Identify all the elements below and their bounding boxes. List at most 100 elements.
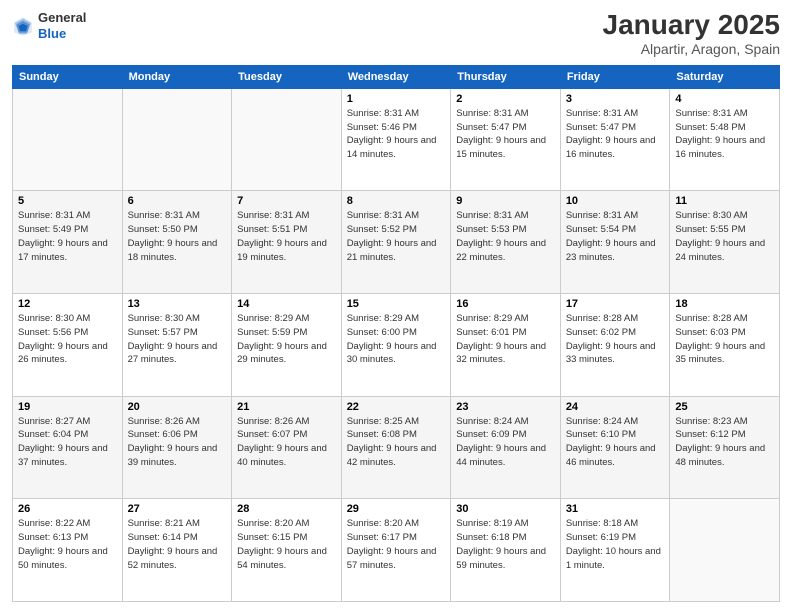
- col-tuesday: Tuesday: [232, 65, 342, 88]
- day-number: 14: [237, 298, 336, 310]
- calendar-week-4: 19 Sunrise: 8:27 AMSunset: 6:04 PMDayligh…: [13, 396, 780, 499]
- calendar-cell: 18Sunrise: 8:28 AMSunset: 6:03 PMDayligh…: [670, 294, 780, 397]
- calendar-cell: 14 Sunrise: 8:29 AMSunset: 5:59 PMDayligh…: [232, 294, 342, 397]
- calendar-cell: [13, 88, 123, 191]
- day-detail: Sunrise: 8:19 AMSunset: 6:18 PMDaylight:…: [456, 517, 555, 572]
- day-number: 17: [566, 298, 665, 310]
- day-detail: Sunrise: 8:31 AMSunset: 5:50 PMDaylight:…: [128, 209, 227, 264]
- day-detail: Sunrise: 8:24 AMSunset: 6:10 PMDaylight:…: [566, 415, 665, 470]
- calendar-cell: 25 Sunrise: 8:23 AMSunset: 6:12 PMDayligh…: [670, 396, 780, 499]
- col-thursday: Thursday: [451, 65, 561, 88]
- calendar-cell: 2Sunrise: 8:31 AMSunset: 5:47 PMDaylight…: [451, 88, 561, 191]
- col-monday: Monday: [122, 65, 232, 88]
- calendar-cell: 24 Sunrise: 8:24 AMSunset: 6:10 PMDayligh…: [560, 396, 670, 499]
- day-detail: Sunrise: 8:23 AMSunset: 6:12 PMDaylight:…: [675, 415, 774, 470]
- day-number: 18: [675, 298, 774, 310]
- title-block: January 2025 Alpartir, Aragon, Spain: [603, 10, 780, 57]
- day-detail: Sunrise: 8:31 AMSunset: 5:48 PMDaylight:…: [675, 107, 774, 162]
- calendar-cell: 23 Sunrise: 8:24 AMSunset: 6:09 PMDayligh…: [451, 396, 561, 499]
- day-number: 16: [456, 298, 555, 310]
- day-detail: Sunrise: 8:31 AMSunset: 5:51 PMDaylight:…: [237, 209, 336, 264]
- day-number: 9: [456, 195, 555, 207]
- day-number: 13: [128, 298, 227, 310]
- day-number: 6: [128, 195, 227, 207]
- day-detail: Sunrise: 8:28 AMSunset: 6:02 PMDaylight:…: [566, 312, 665, 367]
- calendar-cell: 3 Sunrise: 8:31 AMSunset: 5:47 PMDaylight…: [560, 88, 670, 191]
- day-number: 4: [675, 93, 774, 105]
- day-number: 27: [128, 503, 227, 515]
- day-detail: Sunrise: 8:24 AMSunset: 6:09 PMDaylight:…: [456, 415, 555, 470]
- day-number: 22: [347, 401, 446, 413]
- logo-text: General Blue: [38, 10, 86, 41]
- logo-blue: Blue: [38, 26, 86, 42]
- day-detail: Sunrise: 8:30 AMSunset: 5:55 PMDaylight:…: [675, 209, 774, 264]
- day-number: 30: [456, 503, 555, 515]
- day-number: 19: [18, 401, 117, 413]
- day-number: 25: [675, 401, 774, 413]
- calendar-cell: 11 Sunrise: 8:30 AMSunset: 5:55 PMDayligh…: [670, 191, 780, 294]
- calendar-cell: 6 Sunrise: 8:31 AMSunset: 5:50 PMDaylight…: [122, 191, 232, 294]
- col-sunday: Sunday: [13, 65, 123, 88]
- day-detail: Sunrise: 8:31 AMSunset: 5:47 PMDaylight:…: [566, 107, 665, 162]
- calendar-cell: 12Sunrise: 8:30 AMSunset: 5:56 PMDayligh…: [13, 294, 123, 397]
- calendar-cell: 17 Sunrise: 8:28 AMSunset: 6:02 PMDayligh…: [560, 294, 670, 397]
- calendar-cell: 28Sunrise: 8:20 AMSunset: 6:15 PMDayligh…: [232, 499, 342, 602]
- day-detail: Sunrise: 8:31 AMSunset: 5:46 PMDaylight:…: [347, 107, 446, 162]
- day-number: 2: [456, 93, 555, 105]
- calendar-cell: 9Sunrise: 8:31 AMSunset: 5:53 PMDaylight…: [451, 191, 561, 294]
- day-number: 24: [566, 401, 665, 413]
- logo-general: General: [38, 10, 86, 26]
- day-detail: Sunrise: 8:25 AMSunset: 6:08 PMDaylight:…: [347, 415, 446, 470]
- day-number: 29: [347, 503, 446, 515]
- calendar-cell: 13 Sunrise: 8:30 AMSunset: 5:57 PMDayligh…: [122, 294, 232, 397]
- calendar-cell: 5 Sunrise: 8:31 AMSunset: 5:49 PMDaylight…: [13, 191, 123, 294]
- calendar-cell: 26 Sunrise: 8:22 AMSunset: 6:13 PMDayligh…: [13, 499, 123, 602]
- header: General Blue January 2025 Alpartir, Arag…: [12, 10, 780, 57]
- day-number: 20: [128, 401, 227, 413]
- col-friday: Friday: [560, 65, 670, 88]
- col-wednesday: Wednesday: [341, 65, 451, 88]
- calendar-cell: 30 Sunrise: 8:19 AMSunset: 6:18 PMDayligh…: [451, 499, 561, 602]
- day-number: 11: [675, 195, 774, 207]
- day-detail: Sunrise: 8:31 AMSunset: 5:49 PMDaylight:…: [18, 209, 117, 264]
- calendar-cell: 22 Sunrise: 8:25 AMSunset: 6:08 PMDayligh…: [341, 396, 451, 499]
- day-detail: Sunrise: 8:22 AMSunset: 6:13 PMDaylight:…: [18, 517, 117, 572]
- calendar-week-3: 12Sunrise: 8:30 AMSunset: 5:56 PMDayligh…: [13, 294, 780, 397]
- calendar-cell: 7 Sunrise: 8:31 AMSunset: 5:51 PMDaylight…: [232, 191, 342, 294]
- logo-icon: [12, 15, 34, 37]
- day-detail: Sunrise: 8:29 AMSunset: 5:59 PMDaylight:…: [237, 312, 336, 367]
- calendar-cell: 31 Sunrise: 8:18 AMSunset: 6:19 PMDayligh…: [560, 499, 670, 602]
- calendar-week-2: 5 Sunrise: 8:31 AMSunset: 5:49 PMDaylight…: [13, 191, 780, 294]
- day-detail: Sunrise: 8:18 AMSunset: 6:19 PMDaylight:…: [566, 517, 665, 572]
- day-number: 26: [18, 503, 117, 515]
- day-detail: Sunrise: 8:29 AMSunset: 6:01 PMDaylight:…: [456, 312, 555, 367]
- day-number: 8: [347, 195, 446, 207]
- calendar-cell: 8 Sunrise: 8:31 AMSunset: 5:52 PMDaylight…: [341, 191, 451, 294]
- calendar-cell: 29Sunrise: 8:20 AMSunset: 6:17 PMDayligh…: [341, 499, 451, 602]
- calendar-cell: [670, 499, 780, 602]
- day-number: 3: [566, 93, 665, 105]
- day-number: 5: [18, 195, 117, 207]
- day-number: 28: [237, 503, 336, 515]
- calendar-table: Sunday Monday Tuesday Wednesday Thursday…: [12, 65, 780, 602]
- calendar-cell: 20Sunrise: 8:26 AMSunset: 6:06 PMDayligh…: [122, 396, 232, 499]
- day-number: 1: [347, 93, 446, 105]
- day-detail: Sunrise: 8:31 AMSunset: 5:54 PMDaylight:…: [566, 209, 665, 264]
- day-detail: Sunrise: 8:31 AMSunset: 5:52 PMDaylight:…: [347, 209, 446, 264]
- day-number: 7: [237, 195, 336, 207]
- day-number: 23: [456, 401, 555, 413]
- page: General Blue January 2025 Alpartir, Arag…: [0, 0, 792, 612]
- calendar-cell: 27Sunrise: 8:21 AMSunset: 6:14 PMDayligh…: [122, 499, 232, 602]
- calendar-cell: [122, 88, 232, 191]
- day-detail: Sunrise: 8:27 AMSunset: 6:04 PMDaylight:…: [18, 415, 117, 470]
- col-saturday: Saturday: [670, 65, 780, 88]
- calendar-cell: 19 Sunrise: 8:27 AMSunset: 6:04 PMDayligh…: [13, 396, 123, 499]
- calendar-header-row: Sunday Monday Tuesday Wednesday Thursday…: [13, 65, 780, 88]
- calendar-cell: 1 Sunrise: 8:31 AMSunset: 5:46 PMDaylight…: [341, 88, 451, 191]
- day-number: 15: [347, 298, 446, 310]
- calendar-week-1: 1 Sunrise: 8:31 AMSunset: 5:46 PMDaylight…: [13, 88, 780, 191]
- calendar-cell: 16 Sunrise: 8:29 AMSunset: 6:01 PMDayligh…: [451, 294, 561, 397]
- day-number: 31: [566, 503, 665, 515]
- day-detail: Sunrise: 8:30 AMSunset: 5:57 PMDaylight:…: [128, 312, 227, 367]
- day-number: 21: [237, 401, 336, 413]
